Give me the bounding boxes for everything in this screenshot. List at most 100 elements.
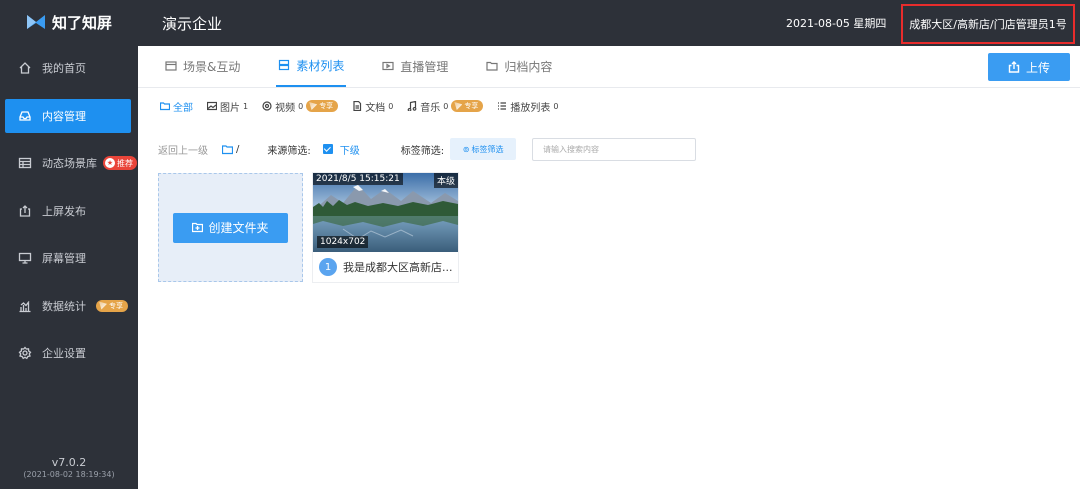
main-content: 场景&互动 素材列表 直播管理 归档内容 上传 全部 图片 1 视频 0 专享 … bbox=[138, 46, 1080, 489]
type-label: 文档 bbox=[365, 102, 386, 114]
upload-icon bbox=[1008, 61, 1020, 73]
sidebar-item-label: 动态场景库 bbox=[42, 157, 97, 170]
company-name: 演示企业 bbox=[162, 14, 223, 33]
sidebar-item-stats[interactable]: 数据统计 专享 bbox=[5, 289, 131, 323]
subordinate-checkbox-label[interactable]: 下级 bbox=[340, 142, 360, 157]
list-icon bbox=[278, 59, 290, 71]
type-document[interactable]: 文档 0 bbox=[352, 99, 393, 114]
user-account[interactable]: 成都大区/高新店/门店管理员1号 bbox=[901, 4, 1075, 44]
search-placeholder: 请输入搜索内容 bbox=[543, 145, 599, 154]
back-link[interactable]: 返回上一级 bbox=[158, 142, 208, 157]
version-number: v7.0.2 bbox=[51, 456, 87, 469]
breadcrumb[interactable]: / bbox=[222, 144, 239, 155]
folder-icon bbox=[222, 144, 233, 154]
filter-bar: 返回上一级 / 来源筛选: 下级 标签筛选: ⊚ 标签筛选 请输入搜索内容 bbox=[138, 124, 1080, 174]
tab-label: 素材列表 bbox=[296, 58, 345, 73]
material-thumbnail[interactable]: 2021/8/5 15:15:21 本级 1024x702 bbox=[313, 173, 458, 252]
sidebar-item-settings[interactable]: 企业设置 bbox=[5, 336, 131, 370]
sidebar-item-label: 屏幕管理 bbox=[42, 252, 86, 265]
tag-icon: ⊚ bbox=[462, 144, 470, 154]
sidebar-item-home[interactable]: 我的首页 bbox=[5, 51, 131, 85]
create-folder-button[interactable]: 创建文件夹 bbox=[173, 212, 288, 243]
material-type-filter: 全部 图片 1 视频 0 专享 文档 0 音乐 0 专享 播放列表 0 bbox=[138, 88, 1080, 124]
tab-live-management[interactable]: 直播管理 bbox=[380, 45, 450, 87]
pro-badge: 专享 bbox=[451, 100, 484, 112]
sidebar-item-label: 内容管理 bbox=[42, 109, 86, 123]
material-grid: 创建文件夹 2021/8/5 15:15:21 本级 1024x702 1 我是… bbox=[158, 173, 458, 282]
create-folder-card: 创建文件夹 bbox=[158, 173, 303, 282]
type-count: 0 bbox=[443, 101, 449, 111]
tab-scene-interactive[interactable]: 场景&互动 bbox=[163, 45, 242, 87]
monitor-icon bbox=[18, 251, 32, 265]
playlist-icon bbox=[498, 102, 507, 110]
sidebar-item-label: 上屏发布 bbox=[42, 204, 86, 218]
inbox-icon bbox=[18, 109, 32, 123]
tab-label: 直播管理 bbox=[400, 59, 449, 74]
content-tabs: 场景&互动 素材列表 直播管理 归档内容 上传 bbox=[138, 46, 1080, 88]
sidebar-item-publish[interactable]: 上屏发布 bbox=[5, 194, 131, 228]
tab-archived[interactable]: 归档内容 bbox=[484, 45, 554, 87]
type-label: 音乐 bbox=[420, 102, 441, 114]
create-folder-label: 创建文件夹 bbox=[208, 221, 269, 235]
live-icon bbox=[382, 60, 394, 72]
source-filter-label: 来源筛选: bbox=[267, 145, 311, 157]
tab-material-list[interactable]: 素材列表 bbox=[276, 45, 347, 87]
user-account-label: 成都大区/高新店/门店管理员1号 bbox=[909, 18, 1067, 31]
subordinate-checkbox[interactable] bbox=[322, 144, 333, 154]
folder-icon bbox=[160, 102, 170, 111]
music-icon bbox=[407, 101, 417, 111]
search-input[interactable]: 请输入搜索内容 bbox=[532, 138, 696, 161]
type-count: 1 bbox=[243, 101, 249, 111]
logo-icon bbox=[26, 15, 45, 29]
video-icon bbox=[262, 101, 272, 111]
type-label: 播放列表 bbox=[510, 102, 551, 114]
image-icon bbox=[207, 101, 217, 111]
type-label: 全部 bbox=[173, 102, 193, 114]
version-info: v7.0.2 (2021-08-02 18:19:34) bbox=[0, 456, 138, 479]
gear-icon bbox=[18, 346, 32, 360]
upload-timestamp: 2021/8/5 15:15:21 bbox=[313, 173, 403, 185]
folder-icon bbox=[486, 60, 498, 72]
award-icon: ★ bbox=[105, 158, 115, 168]
sidebar-item-label: 企业设置 bbox=[42, 347, 86, 360]
material-card[interactable]: 2021/8/5 15:15:21 本级 1024x702 1 我是成都大区高新… bbox=[313, 173, 458, 282]
type-video[interactable]: 视频 0 专享 bbox=[262, 99, 339, 114]
sidebar-item-content[interactable]: 内容管理 bbox=[5, 98, 131, 133]
material-card-footer: 1 我是成都大区高新店... bbox=[313, 252, 458, 282]
sidebar: 知了知屏 我的首页 内容管理 动态场景库 ★ 推荐 上屏发布 屏幕管理 数据统计 … bbox=[0, 0, 138, 489]
type-count: 0 bbox=[388, 101, 394, 111]
doc-icon bbox=[353, 101, 362, 111]
recommend-badge: ★ 推荐 bbox=[103, 156, 137, 170]
type-label: 图片 bbox=[220, 102, 240, 114]
material-title[interactable]: 我是成都大区高新店... bbox=[343, 259, 453, 275]
type-image[interactable]: 图片 1 bbox=[207, 99, 248, 114]
type-all[interactable]: 全部 bbox=[160, 99, 193, 114]
resolution-badge: 1024x702 bbox=[317, 236, 369, 248]
level-badge: 本级 bbox=[433, 173, 458, 188]
tab-label: 归档内容 bbox=[504, 59, 553, 74]
sidebar-item-screens[interactable]: 屏幕管理 bbox=[5, 241, 131, 275]
build-date: (2021-08-02 18:19:34) bbox=[23, 470, 115, 479]
pro-badge: 专享 bbox=[306, 100, 339, 112]
sidebar-item-scene-library[interactable]: 动态场景库 ★ 推荐 bbox=[5, 146, 137, 180]
material-index: 1 bbox=[319, 258, 337, 276]
home-icon bbox=[18, 61, 32, 75]
type-music[interactable]: 音乐 0 专享 bbox=[407, 99, 484, 114]
sidebar-item-label: 数据统计 bbox=[42, 299, 86, 313]
type-count: 0 bbox=[553, 101, 559, 111]
tag-filter-button-label: 标签筛选 bbox=[471, 144, 504, 154]
tag-filter-button[interactable]: ⊚ 标签筛选 bbox=[450, 138, 517, 160]
sidebar-nav: 我的首页 内容管理 动态场景库 ★ 推荐 上屏发布 屏幕管理 数据统计 专享 企业… bbox=[0, 51, 138, 370]
upload-button[interactable]: 上传 bbox=[988, 53, 1070, 81]
tab-label: 场景&互动 bbox=[183, 59, 241, 74]
logo[interactable]: 知了知屏 bbox=[0, 0, 138, 44]
sidebar-item-label: 我的首页 bbox=[42, 62, 86, 75]
upload-label: 上传 bbox=[1025, 60, 1050, 75]
type-playlist[interactable]: 播放列表 0 bbox=[497, 99, 558, 114]
pro-badge: 专享 bbox=[96, 299, 128, 312]
share-icon bbox=[18, 204, 32, 218]
type-label: 视频 bbox=[275, 102, 296, 114]
brand-name: 知了知屏 bbox=[51, 13, 112, 32]
tag-filter-label: 标签筛选: bbox=[400, 145, 445, 157]
chart-icon bbox=[18, 299, 32, 313]
